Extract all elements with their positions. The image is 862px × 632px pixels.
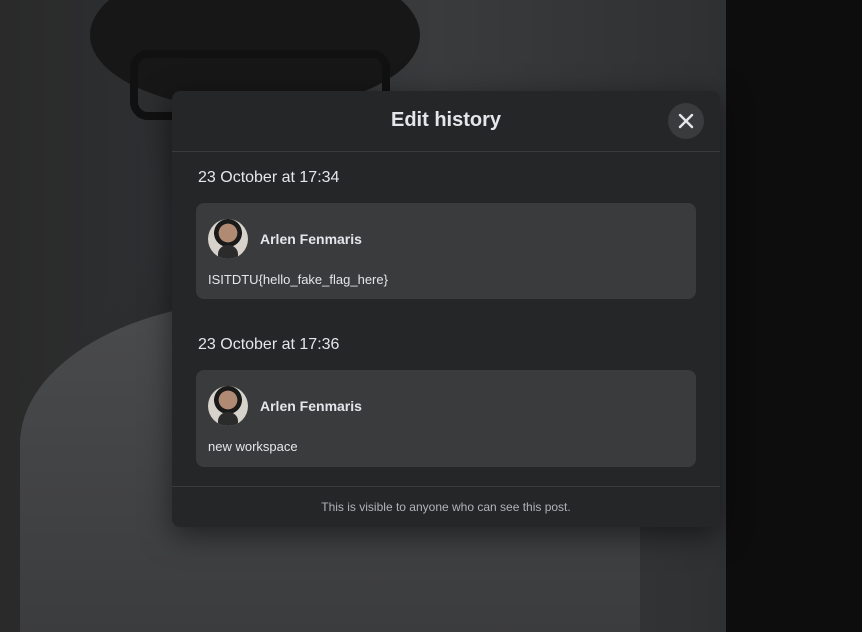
post-content: new workspace	[208, 439, 298, 454]
author-name[interactable]: Arlen Fenmaris	[260, 231, 362, 247]
author-name[interactable]: Arlen Fenmaris	[260, 398, 362, 414]
dialog-title: Edit history	[390, 109, 501, 131]
avatar[interactable]	[208, 386, 248, 426]
entry-date: 23 October at 17:34	[198, 169, 340, 186]
history-entry-card: Arlen Fenmaris new workspace	[196, 370, 696, 467]
history-entry-card: Arlen Fenmaris ISITDTU{hello_fake_flag_h…	[196, 203, 696, 299]
close-button[interactable]	[668, 103, 704, 139]
avatar[interactable]	[208, 219, 248, 259]
edit-history-dialog: Edit history 23 October at 17:34 Arlen F…	[172, 91, 720, 527]
post-content: ISITDTU{hello_fake_flag_here}	[208, 272, 388, 287]
dark-side-panel	[726, 0, 862, 632]
close-icon	[678, 113, 694, 129]
dialog-header: Edit history	[172, 91, 720, 152]
visibility-note: This is visible to anyone who can see th…	[172, 486, 720, 527]
entry-date: 23 October at 17:36	[198, 336, 340, 353]
